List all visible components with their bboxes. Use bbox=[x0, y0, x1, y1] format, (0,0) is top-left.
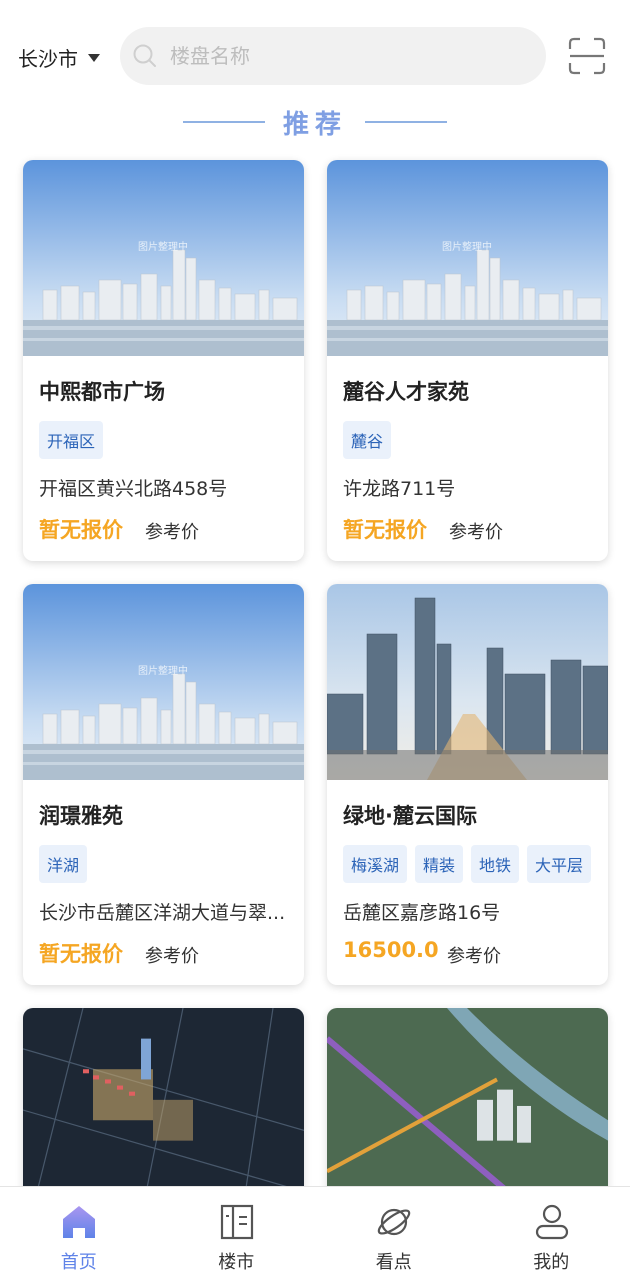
nav-label-highlights: 看点 bbox=[375, 1252, 412, 1273]
section-title: 推荐 bbox=[0, 100, 630, 144]
tag-list: 麓谷 bbox=[343, 421, 399, 459]
listing-card[interactable]: 图片整理中 润璟雅苑 洋湖 长沙市岳麓区洋湖大道与翠... 暂无报价 参考价 bbox=[23, 584, 304, 985]
listing-card[interactable]: 图片整理中 中熙都市广场 开福区 开福区黄兴北路458号 暂无报价 参考价 bbox=[23, 160, 304, 561]
listing-tag: 开福区 bbox=[39, 421, 104, 459]
nav-item-market[interactable]: 楼市 bbox=[158, 1187, 316, 1280]
listing-address: 岳麓区嘉彦路16号 bbox=[343, 902, 501, 924]
tag-list: 洋湖 bbox=[39, 845, 95, 883]
listing-price: 暂无报价 bbox=[39, 518, 123, 542]
listing-image: 图片整理中 bbox=[23, 584, 304, 780]
listing-address: 长沙市岳麓区洋湖大道与翠... bbox=[39, 902, 286, 924]
listing-name: 绿地·麓云国际 bbox=[343, 804, 477, 828]
nav-item-profile[interactable]: 我的 bbox=[473, 1187, 630, 1280]
nav-label-profile: 我的 bbox=[533, 1252, 570, 1273]
listing-tag: 地铁 bbox=[471, 845, 520, 883]
planet-icon bbox=[377, 1208, 411, 1236]
divider-line-right bbox=[365, 121, 447, 123]
price-label: 参考价 bbox=[145, 522, 199, 543]
listing-card[interactable]: 绿地·麓云国际 梅溪湖 精装 地铁 大平层 岳麓区嘉彦路16号 16500.0 … bbox=[327, 584, 608, 985]
listing-name: 中熙都市广场 bbox=[39, 380, 165, 404]
listing-card[interactable] bbox=[327, 1008, 608, 1208]
listing-address: 许龙路711号 bbox=[343, 478, 456, 500]
price-label: 参考价 bbox=[145, 946, 199, 967]
listing-address: 开福区黄兴北路458号 bbox=[39, 478, 228, 500]
listing-tag: 洋湖 bbox=[39, 845, 88, 883]
listing-price: 暂无报价 bbox=[343, 518, 427, 542]
listing-name: 麓谷人才家苑 bbox=[343, 380, 469, 404]
bottom-nav: 首页 楼市 看点 我的 bbox=[0, 1186, 630, 1280]
listing-tag: 麓谷 bbox=[343, 421, 392, 459]
price-label: 参考价 bbox=[447, 946, 501, 967]
user-icon bbox=[535, 1204, 568, 1240]
listing-card[interactable]: 图片整理中 麓谷人才家苑 麓谷 许龙路711号 暂无报价 参考价 bbox=[327, 160, 608, 561]
search-icon bbox=[133, 44, 156, 67]
listing-image: 图片整理中 bbox=[23, 160, 304, 356]
listing-price: 16500.0 bbox=[343, 938, 439, 962]
divider-line-left bbox=[182, 121, 265, 123]
caret-down-icon bbox=[88, 53, 100, 62]
listing-card[interactable] bbox=[23, 1008, 304, 1208]
listing-tag: 精装 bbox=[415, 845, 464, 883]
building-icon bbox=[220, 1204, 253, 1240]
search-input[interactable] bbox=[170, 44, 510, 68]
image-watermark: 图片整理中 bbox=[442, 240, 492, 253]
listing-image bbox=[327, 1008, 608, 1208]
nav-item-home[interactable]: 首页 bbox=[0, 1187, 158, 1280]
tag-list: 梅溪湖 精装 地铁 大平层 bbox=[343, 845, 599, 883]
listing-name: 润璟雅苑 bbox=[39, 804, 123, 828]
listing-image bbox=[23, 1008, 304, 1208]
search-bar[interactable] bbox=[120, 27, 546, 85]
section-title-text: 推荐 bbox=[282, 109, 347, 140]
listing-tag: 大平层 bbox=[527, 845, 592, 883]
city-selector[interactable]: 长沙市 bbox=[18, 43, 100, 72]
image-watermark: 图片整理中 bbox=[138, 664, 188, 677]
image-watermark: 图片整理中 bbox=[138, 240, 188, 253]
nav-label-home: 首页 bbox=[60, 1252, 97, 1273]
city-label: 长沙市 bbox=[18, 47, 78, 71]
nav-item-highlights[interactable]: 看点 bbox=[315, 1187, 473, 1280]
listing-tag: 梅溪湖 bbox=[343, 845, 408, 883]
listing-image: 图片整理中 bbox=[327, 160, 608, 356]
price-label: 参考价 bbox=[449, 522, 503, 543]
listing-price: 暂无报价 bbox=[39, 942, 123, 966]
tag-list: 开福区 bbox=[39, 421, 111, 459]
header: 长沙市 bbox=[0, 0, 630, 110]
nav-label-market: 楼市 bbox=[218, 1252, 255, 1273]
home-icon bbox=[63, 1206, 95, 1238]
listing-image bbox=[327, 584, 608, 780]
scan-icon[interactable] bbox=[568, 37, 606, 75]
